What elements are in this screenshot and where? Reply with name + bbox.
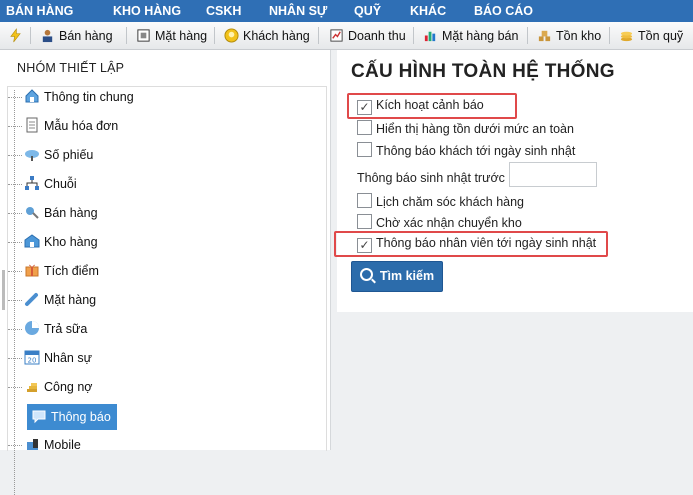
sidebar-item-mau-hoa-don[interactable]: Mẫu hóa đơn xyxy=(8,116,118,136)
sidebar-resize-handle[interactable] xyxy=(2,270,5,310)
toolbar-mat-hang[interactable]: Mặt hàng xyxy=(136,26,207,46)
sidebar-item-ban-hang[interactable]: Bán hàng xyxy=(8,203,98,223)
revenue-icon xyxy=(330,29,343,42)
nav-kho-hang[interactable]: KHO HÀNG xyxy=(113,0,181,22)
nav-cskh[interactable]: CSKH xyxy=(206,0,241,22)
page-title: CẤU HÌNH TOÀN HỆ THỐNG xyxy=(351,61,615,82)
sidebar-item-chuoi[interactable]: Chuỗi xyxy=(8,174,77,194)
option-kich-hoat-canh-bao[interactable]: ✓ Kích hoạt cảnh báo xyxy=(357,97,484,115)
checkbox[interactable] xyxy=(357,120,372,135)
cloud-icon xyxy=(25,150,39,161)
toolbar-khach-hang[interactable]: Khách hàng xyxy=(224,26,310,46)
nav-khac[interactable]: KHÁC xyxy=(410,0,446,22)
warehouse-icon xyxy=(24,234,40,248)
sidebar-item-thong-bao[interactable]: Thông báo xyxy=(27,404,117,430)
option-thong-bao-nhan-vien-sinh-nhat[interactable]: ✓ Thông báo nhân viên tới ngày sinh nhật xyxy=(357,235,596,253)
birthday-before-label: Thông báo sinh nhật trước xyxy=(357,171,505,185)
checkbox-checked[interactable]: ✓ xyxy=(357,238,372,253)
sidebar: NHÓM THIẾT LẬP Thông tin chung Mẫu hóa đ… xyxy=(0,50,331,495)
customer-icon xyxy=(224,28,239,43)
checkbox[interactable] xyxy=(357,193,372,208)
sidebar-item-so-phieu[interactable]: Số phiếu xyxy=(8,145,93,165)
nav-nhan-su[interactable]: NHÂN SỰ xyxy=(269,0,327,22)
network-icon xyxy=(25,176,39,190)
points-icon xyxy=(25,264,39,277)
toolbar: Bán hàng Mặt hàng Khách hàng Doanh thu M… xyxy=(0,22,693,50)
lightning-icon xyxy=(10,28,21,43)
toolbar-ton-kho[interactable]: Tồn kho xyxy=(537,26,601,46)
sidebar-item-cong-no[interactable]: Công nợ xyxy=(8,377,93,397)
home-icon xyxy=(25,89,39,103)
sidebar-item-tra-sua[interactable]: Trả sữa xyxy=(8,319,87,339)
toolbar-quick[interactable] xyxy=(8,26,27,46)
toolbar-ban-hang[interactable]: Bán hàng xyxy=(40,26,113,46)
sidebar-item-mobile[interactable]: Mobile xyxy=(8,435,81,455)
search-button[interactable]: Tìm kiếm xyxy=(351,261,443,292)
tree-guide-line xyxy=(14,90,15,495)
sidebar-item-nhan-su[interactable]: 20 Nhân sự xyxy=(8,348,92,368)
tag-icon xyxy=(25,293,38,306)
toolbar-mat-hang-ban[interactable]: Mặt hàng bán xyxy=(423,26,518,46)
product-icon xyxy=(137,29,150,42)
sidebar-item-kho-hang[interactable]: Kho hàng xyxy=(8,232,98,252)
top-nav: BÁN HÀNG KHO HÀNG CSKH NHÂN SỰ QUỸ KHÁC … xyxy=(0,0,693,22)
pie-icon xyxy=(25,321,39,335)
chat-icon xyxy=(32,410,46,424)
coins-icon xyxy=(27,383,37,392)
stock-icon xyxy=(538,30,551,42)
toolbar-doanh-thu[interactable]: Doanh thu xyxy=(329,26,406,46)
fund-icon xyxy=(620,31,633,42)
option-thong-bao-khach-sinh-nhat[interactable]: Thông báo khách tới ngày sinh nhật xyxy=(357,142,575,160)
nav-ban-hang[interactable]: BÁN HÀNG xyxy=(6,0,73,22)
sidebar-item-thong-tin-chung[interactable]: Thông tin chung xyxy=(8,87,134,107)
sidebar-title: NHÓM THIẾT LẬP xyxy=(17,61,125,75)
calendar-icon: 20 xyxy=(24,350,40,365)
checkbox-checked[interactable]: ✓ xyxy=(357,100,372,115)
toolbar-ton-quy[interactable]: Tồn quỹ xyxy=(619,26,683,46)
nav-quy[interactable]: QUỸ xyxy=(354,0,381,22)
cashier-icon xyxy=(42,29,53,43)
option-hien-thi-hang-ton[interactable]: Hiển thị hàng tồn dưới mức an toàn xyxy=(357,120,574,138)
nav-bao-cao[interactable]: BÁO CÁO xyxy=(474,0,533,22)
config-panel: CẤU HÌNH TOÀN HỆ THỐNG ✓ Kích hoạt cảnh b… xyxy=(334,50,693,312)
sidebar-item-tich-diem[interactable]: Tích điểm xyxy=(8,261,99,281)
option-cho-xac-nhan-chuyen-kho[interactable]: Chờ xác nhận chuyển kho xyxy=(357,214,522,232)
sales-chart-icon xyxy=(424,31,436,42)
search-icon xyxy=(359,268,373,281)
sale-icon xyxy=(26,207,39,219)
option-lich-cham-soc[interactable]: Lịch chăm sóc khách hàng xyxy=(357,193,524,211)
birthday-before-input[interactable] xyxy=(509,162,597,187)
sidebar-item-mat-hang[interactable]: Mặt hàng xyxy=(8,290,96,310)
checkbox[interactable] xyxy=(357,214,372,229)
checkbox[interactable] xyxy=(357,142,372,157)
svg-text:20: 20 xyxy=(28,357,37,365)
document-icon xyxy=(26,117,38,133)
